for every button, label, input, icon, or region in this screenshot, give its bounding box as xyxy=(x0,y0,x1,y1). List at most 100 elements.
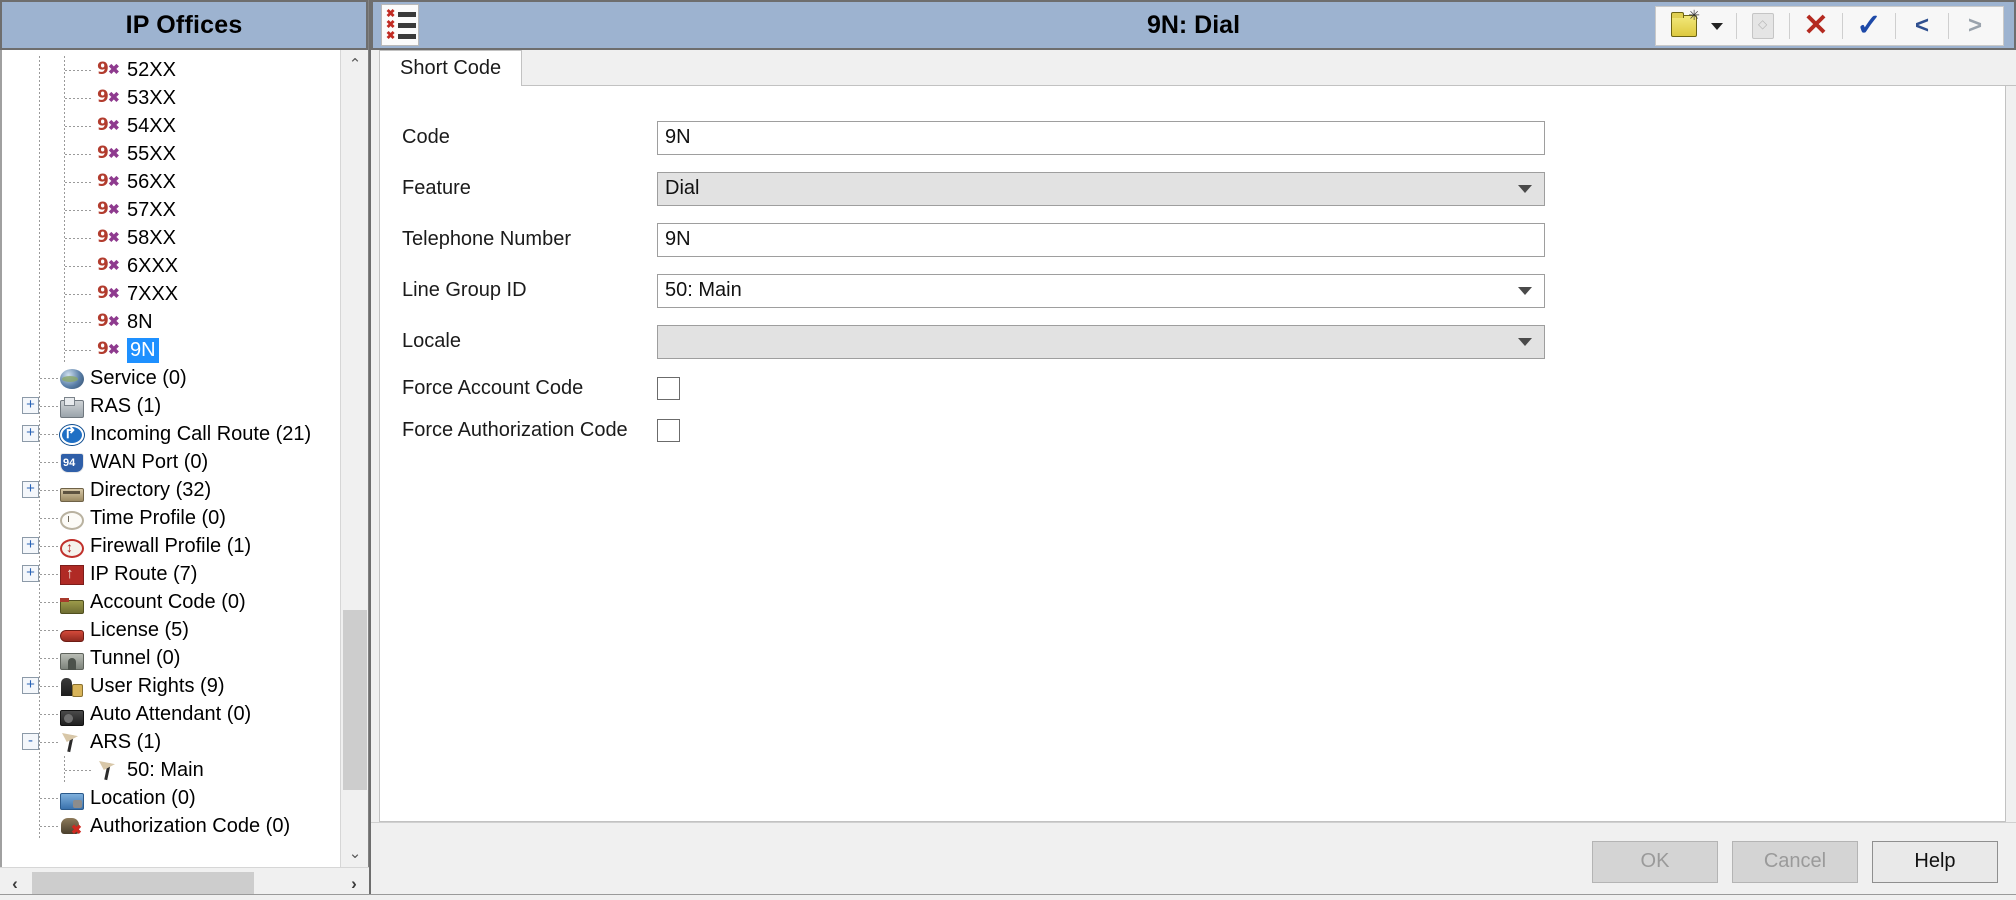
new-item-dropdown-button[interactable] xyxy=(1704,8,1730,44)
tab-short-code[interactable]: Short Code xyxy=(379,50,523,86)
tree-item-incoming-call-route-21[interactable]: + Incoming Call Route (21) xyxy=(2,420,342,448)
shortcode-icon xyxy=(97,143,121,165)
tree-item-8n[interactable]: 8N xyxy=(2,308,342,336)
tree-elbow xyxy=(40,826,58,827)
scroll-down-button[interactable]: ⌄ xyxy=(341,839,368,867)
tree-item-53xx[interactable]: 53XX xyxy=(2,84,342,112)
force-account-code-checkbox[interactable] xyxy=(657,376,680,400)
tree-item-label: 56XX xyxy=(127,170,176,193)
tree-guide-line xyxy=(39,56,40,84)
tree-item-account-code-0[interactable]: Account Code (0) xyxy=(2,588,342,616)
tree-item-license-5[interactable]: License (5) xyxy=(2,616,342,644)
tree-indent: - xyxy=(2,728,60,756)
tree-item-54xx[interactable]: 54XX xyxy=(2,112,342,140)
tree-item-time-profile-0[interactable]: Time Profile (0) xyxy=(2,504,342,532)
validate-button[interactable]: ✓ xyxy=(1849,8,1889,44)
configuration-tree[interactable]: 52XX 53XX 54XX 55XX 56XX 57XX 58XX 6XXX 7XXX 8N 9N… xyxy=(0,50,369,867)
tree-item-56xx[interactable]: 56XX xyxy=(2,168,342,196)
tree-indent xyxy=(2,140,97,168)
tree-item-57xx[interactable]: 57XX xyxy=(2,196,342,224)
tree-elbow xyxy=(65,98,93,99)
tree-item-50-main[interactable]: 50: Main xyxy=(2,756,342,784)
scroll-up-button[interactable]: ⌃ xyxy=(341,50,368,78)
code-input[interactable] xyxy=(657,120,1545,155)
tree-expand-button[interactable]: + xyxy=(22,397,39,414)
horizontal-scroll-thumb[interactable] xyxy=(32,871,254,897)
tree-guide-line xyxy=(39,112,40,140)
navigation-panel: IP Offices 52XX 53XX 54XX 55XX 56XX 57XX 58XX 6… xyxy=(0,0,369,900)
application-window: IP Offices 52XX 53XX 54XX 55XX 56XX 57XX 58XX 6… xyxy=(0,0,2016,900)
line-group-id-select[interactable]: 50: Main xyxy=(657,273,1545,308)
tree-item-auto-attendant-0[interactable]: Auto Attendant (0) xyxy=(2,700,342,728)
tree-item-service-0[interactable]: Service (0) xyxy=(2,364,342,392)
tree-item-label: Location (0) xyxy=(90,786,196,809)
tree-vertical-scrollbar[interactable]: ⌃ ⌄ xyxy=(340,50,368,867)
locale-select[interactable] xyxy=(657,324,1545,359)
shortcode-icon xyxy=(97,115,121,137)
tree-item-label: Account Code (0) xyxy=(90,590,246,613)
tree-collapse-button[interactable]: - xyxy=(22,733,39,750)
tree-indent xyxy=(2,364,60,392)
shortcode-icon xyxy=(97,255,121,277)
tree-expand-button[interactable]: + xyxy=(22,565,39,582)
tree-item-label: 53XX xyxy=(127,86,176,109)
tree-elbow xyxy=(40,714,58,715)
field-row-line-group-id: Line Group ID 50: Main xyxy=(402,265,2005,316)
force-authorization-code-checkbox[interactable] xyxy=(657,418,680,442)
short-code-list-icon: ✖ ✖ ✖ xyxy=(381,4,419,46)
tree-expand-button[interactable]: + xyxy=(22,537,39,554)
tree-indent xyxy=(2,196,97,224)
chevron-down-icon xyxy=(1518,184,1532,193)
tree-expand-button[interactable]: + xyxy=(22,677,39,694)
tree-item-6xxx[interactable]: 6XXX xyxy=(2,252,342,280)
tree-item-ip-route-7[interactable]: + IP Route (7) xyxy=(2,560,342,588)
tree-item-authorization-code-0[interactable]: Authorization Code (0) xyxy=(2,812,342,840)
tree-item-52xx[interactable]: 52XX xyxy=(2,56,342,84)
feature-select[interactable]: Dial xyxy=(657,171,1545,206)
tree-item-ars-1[interactable]: - ARS (1) xyxy=(2,728,342,756)
tree-item-ras-1[interactable]: + RAS (1) xyxy=(2,392,342,420)
tree-indent: + xyxy=(2,672,60,700)
shortcode-icon xyxy=(97,171,121,193)
tree-indent xyxy=(2,56,97,84)
tree-item-7xxx[interactable]: 7XXX xyxy=(2,280,342,308)
help-button[interactable]: Help xyxy=(1872,840,1998,883)
tree-item-tunnel-0[interactable]: Tunnel (0) xyxy=(2,644,342,672)
cancel-button[interactable]: Cancel xyxy=(1732,840,1858,883)
telephone-number-input[interactable] xyxy=(657,222,1545,257)
tree-expand-button[interactable]: + xyxy=(22,481,39,498)
tree-item-9n[interactable]: 9N xyxy=(2,336,342,364)
new-item-button[interactable] xyxy=(1664,7,1704,44)
previous-record-button[interactable]: < xyxy=(1902,8,1942,44)
document-icon xyxy=(1752,13,1774,39)
tree-item-label: 50: Main xyxy=(127,758,204,781)
clock-icon xyxy=(60,510,84,530)
ok-button[interactable]: OK xyxy=(1592,840,1718,883)
tree-indent xyxy=(2,336,97,364)
tree-item-user-rights-9[interactable]: + User Rights (9) xyxy=(2,672,342,700)
tree-item-wan-port-0[interactable]: WAN Port (0) xyxy=(2,448,342,476)
tree-item-55xx[interactable]: 55XX xyxy=(2,140,342,168)
tree-elbow xyxy=(40,742,58,743)
next-record-button[interactable]: > xyxy=(1955,8,1995,44)
tree-indent xyxy=(2,448,60,476)
delete-button[interactable]: ✕ xyxy=(1796,8,1836,44)
tree-item-firewall-profile-1[interactable]: + Firewall Profile (1) xyxy=(2,532,342,560)
tree-expand-button[interactable]: + xyxy=(22,425,39,442)
auto-attendant-icon xyxy=(60,710,84,726)
tree-item-location-0[interactable]: Location (0) xyxy=(2,784,342,812)
tree-indent xyxy=(2,700,60,728)
duplicate-button[interactable] xyxy=(1743,8,1783,44)
tree-item-label: 6XXX xyxy=(127,254,179,277)
tree-elbow xyxy=(40,630,58,631)
field-row-telephone-number: Telephone Number xyxy=(402,214,2005,265)
tree-item-label: RAS (1) xyxy=(90,394,162,417)
tree-item-list: 52XX 53XX 54XX 55XX 56XX 57XX 58XX 6XXX 7XXX 8N 9N… xyxy=(2,50,342,840)
tree-item-directory-32[interactable]: + Directory (32) xyxy=(2,476,342,504)
tree-item-label: 8N xyxy=(127,310,153,333)
vertical-scroll-thumb[interactable] xyxy=(343,610,367,790)
form-container: Short Code Code Feature Dial Te xyxy=(371,50,2016,900)
tree-item-58xx[interactable]: 58XX xyxy=(2,224,342,252)
tree-indent: + xyxy=(2,476,60,504)
tree-item-label: IP Route (7) xyxy=(90,562,198,585)
